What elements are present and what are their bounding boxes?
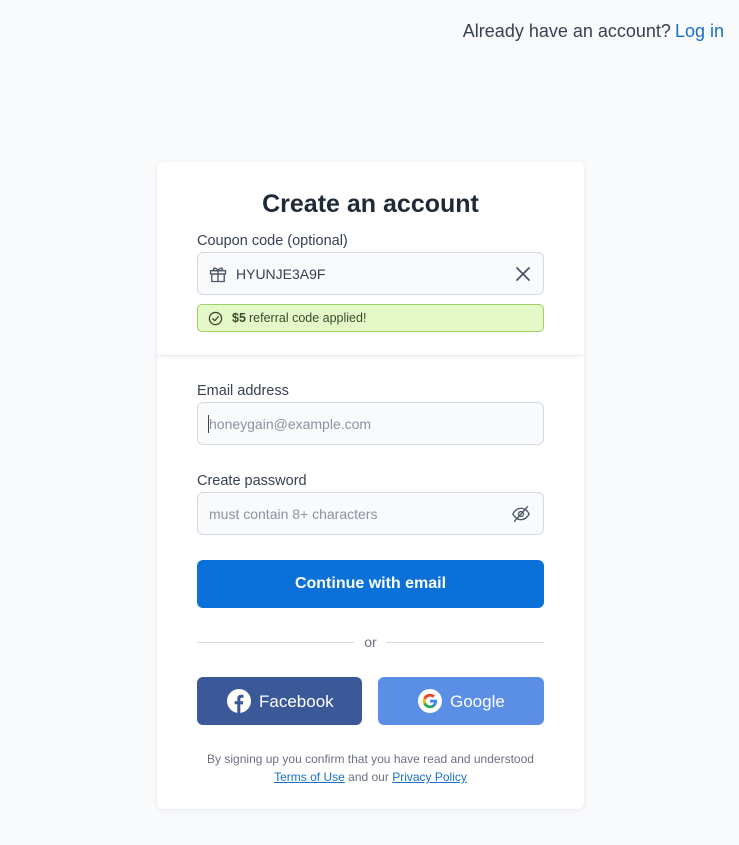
facebook-button[interactable]: Facebook	[197, 677, 362, 725]
continue-with-email-button[interactable]: Continue with email	[197, 560, 544, 608]
privacy-policy-link[interactable]: Privacy Policy	[392, 770, 467, 784]
email-label: Email address	[197, 383, 289, 399]
facebook-label: Facebook	[259, 692, 334, 711]
referral-message: referral code applied!	[249, 311, 367, 325]
google-button[interactable]: Google	[378, 677, 544, 725]
coupon-input[interactable]: HYUNJE3A9F	[197, 252, 544, 295]
password-field[interactable]: must contain 8+ characters	[197, 492, 544, 535]
signup-card: Create an account Coupon code (optional)…	[157, 162, 584, 809]
page-title: Create an account	[262, 190, 479, 218]
google-label: Google	[450, 692, 505, 711]
coupon-label: Coupon code (optional)	[197, 233, 348, 249]
facebook-icon	[227, 689, 251, 713]
login-link[interactable]: Log in	[675, 21, 724, 41]
divider-right	[386, 642, 544, 643]
legal-prefix: By signing up you confirm that you have …	[207, 752, 534, 766]
coupon-section: Create an account Coupon code (optional)…	[157, 162, 584, 356]
password-placeholder: must contain 8+ characters	[209, 506, 378, 522]
legal-notice: By signing up you confirm that you have …	[177, 750, 564, 786]
eye-off-icon[interactable]	[511, 505, 531, 523]
email-placeholder: honeygain@example.com	[209, 416, 372, 432]
legal-middle: and our	[348, 770, 389, 784]
check-circle-icon	[208, 311, 223, 326]
referral-amount: $5	[232, 311, 246, 325]
password-label: Create password	[197, 473, 307, 489]
terms-of-use-link[interactable]: Terms of Use	[274, 770, 345, 784]
close-icon[interactable]	[515, 266, 531, 282]
google-icon	[418, 689, 442, 713]
email-field[interactable]: honeygain@example.com	[197, 402, 544, 445]
referral-applied-badge: $5 referral code applied!	[197, 304, 544, 332]
login-prompt: Already have an account? Log in	[463, 21, 724, 42]
login-prompt-text: Already have an account?	[462, 21, 671, 41]
coupon-value: HYUNJE3A9F	[236, 266, 326, 282]
gift-icon	[209, 267, 227, 283]
